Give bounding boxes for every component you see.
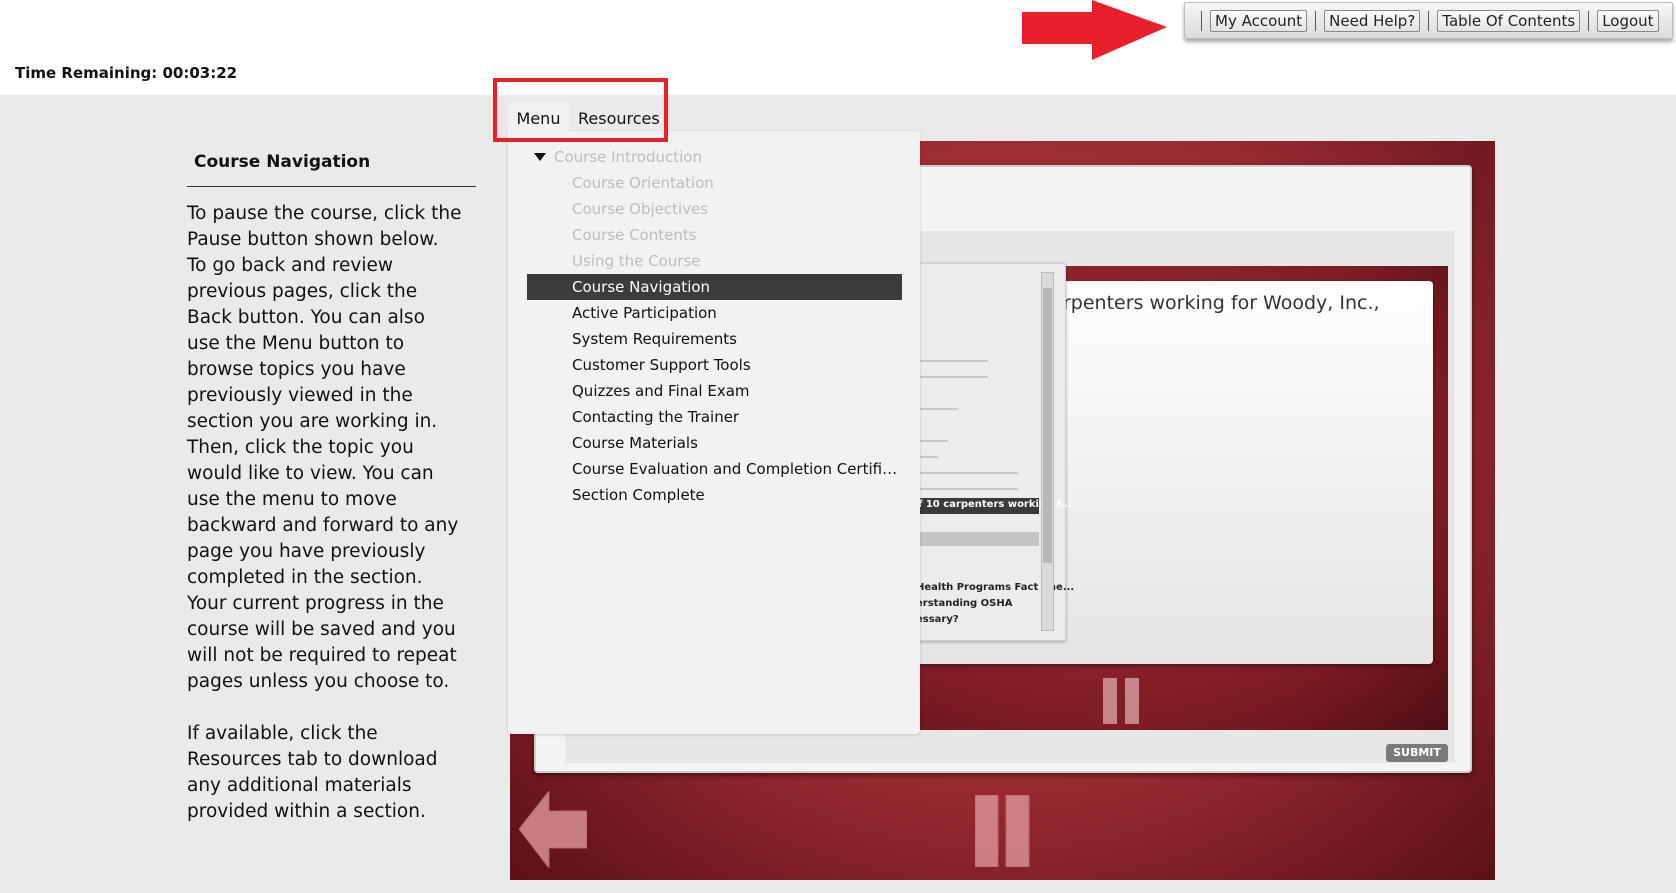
top-toolbar: My Account Need Help? Table Of Contents … [1184,2,1673,39]
time-remaining: Time Remaining: 00:03:22 [15,64,238,82]
menu-item-contacting-the-trainer[interactable]: Contacting the Trainer [527,404,902,430]
slide-question-text: rpenters working for Woody, Inc., [1063,292,1380,314]
back-arrow-icon [519,791,587,868]
mini-scrollbar-thumb [1043,288,1052,563]
callout-arrow-icon [1022,0,1167,60]
mini-menu-line [908,376,988,378]
menu-item-course-evaluation[interactable]: Course Evaluation and Completion Certifi… [527,456,902,482]
mini-menu-item: essary? [916,614,959,625]
instructions-text: To pause the course, click the Pause but… [187,201,462,851]
menu-item-customer-support-tools[interactable]: Customer Support Tools [527,352,902,378]
menu-item-course-navigation[interactable]: Course Navigation [527,274,902,300]
my-account-button[interactable]: My Account [1210,9,1308,32]
toolbar-separator [1315,10,1317,31]
mini-menu-highlight [912,532,1039,546]
menu-item-course-objectives[interactable]: Course Objectives [527,196,902,222]
table-of-contents-button[interactable]: Table Of Contents [1437,9,1581,32]
mini-menu-item: erstanding OSHA [916,598,1013,609]
menu-item-system-requirements[interactable]: System Requirements [527,326,902,352]
menu-item-active-participation[interactable]: Active Participation [527,300,902,326]
toolbar-separator [1201,10,1202,31]
mini-menu-line [908,488,1018,490]
need-help-button[interactable]: Need Help? [1324,9,1421,32]
pause-icon [1103,678,1139,724]
toolbar-separator [1428,10,1430,31]
toolbar-separator [1588,10,1590,31]
pause-button-icon [975,795,1030,867]
mini-menu-current: f 10 carpenters working f... [912,498,1072,514]
mini-menu-line [908,472,1018,474]
menu-item-quizzes-and-final-exam[interactable]: Quizzes and Final Exam [527,378,902,404]
menu-section-course-introduction[interactable]: Course Introduction [527,144,702,170]
menu-item-course-materials[interactable]: Course Materials [527,430,902,456]
instructions-paragraph: If available, click the Resources tab to… [187,723,438,822]
menu-item-course-contents[interactable]: Course Contents [527,222,902,248]
submit-button: SUBMIT [1386,744,1448,762]
instructions-paragraph: To pause the course, click the Pause but… [187,203,462,692]
mini-menu-line [908,360,988,362]
callout-box [493,78,668,142]
page-title: Course Navigation [194,152,371,172]
menu-item-course-orientation[interactable]: Course Orientation [527,170,902,196]
logout-button[interactable]: Logout [1597,9,1659,32]
menu-item-section-complete[interactable]: Section Complete [527,482,902,508]
menu-item-using-the-course[interactable]: Using the Course [527,248,902,274]
title-divider [187,186,476,187]
